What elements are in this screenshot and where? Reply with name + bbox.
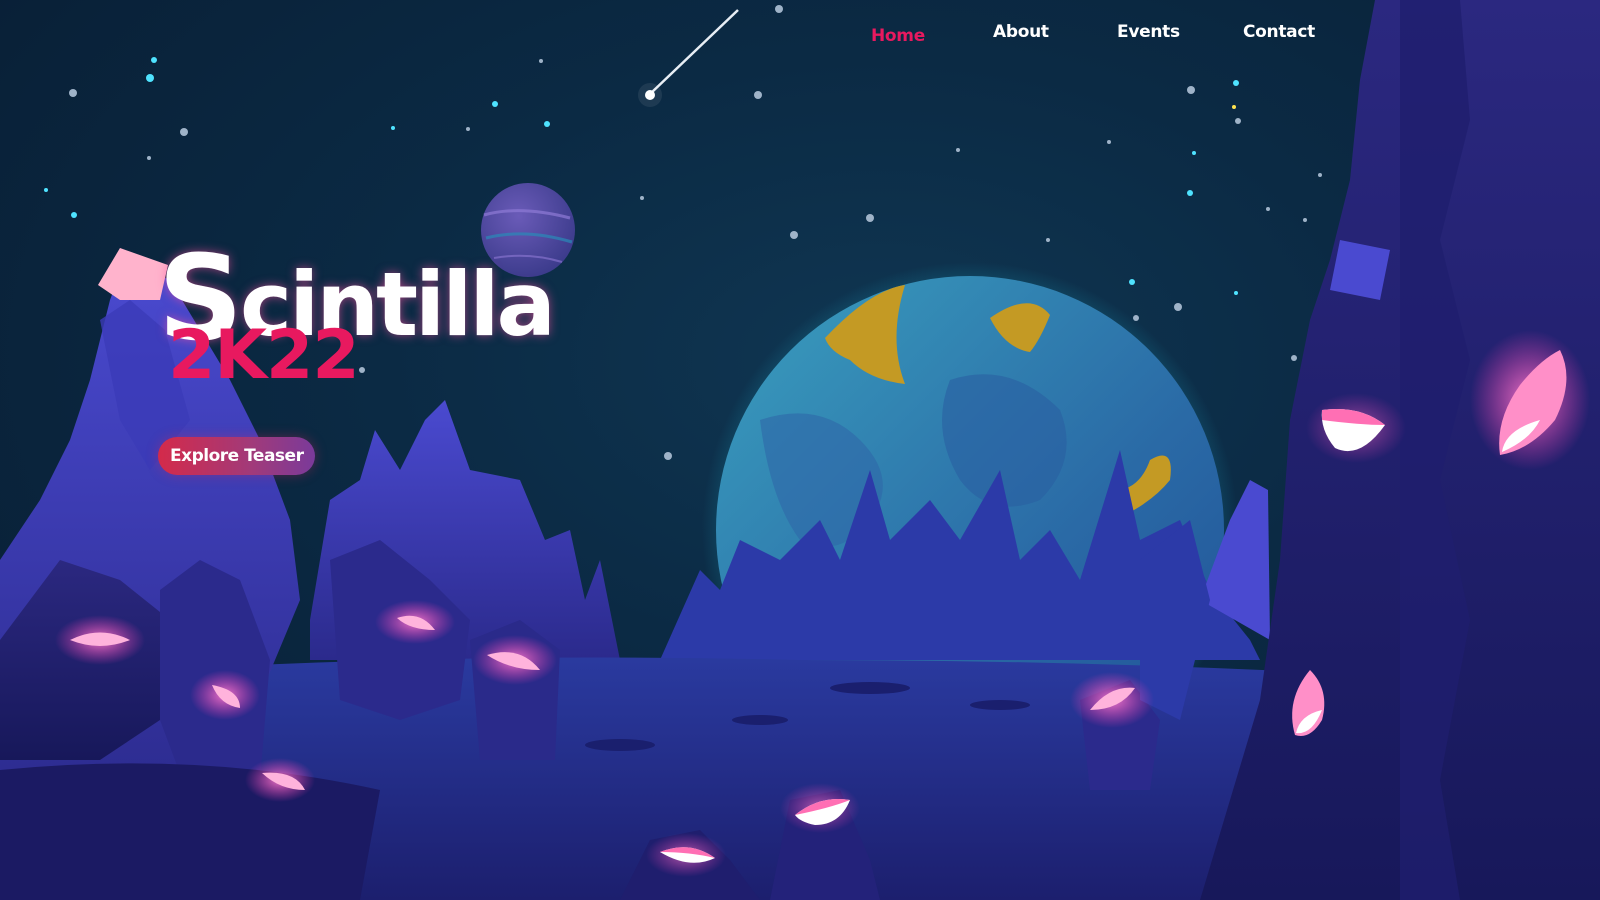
nav-home-link[interactable]: Home bbox=[871, 26, 925, 46]
nav-events-link[interactable]: Events bbox=[1117, 22, 1180, 42]
nav-contact-link[interactable]: Contact bbox=[1243, 22, 1315, 42]
shooting-star-icon bbox=[638, 9, 739, 107]
hero-section: Home About Events Contact Scintilla 2K22… bbox=[0, 0, 1600, 900]
top-nav: Home About Events Contact bbox=[840, 18, 1320, 54]
nav-about-link[interactable]: About bbox=[993, 22, 1049, 42]
explore-teaser-button[interactable]: Explore Teaser bbox=[158, 437, 316, 475]
page-subtitle: 2K22 bbox=[168, 316, 360, 395]
